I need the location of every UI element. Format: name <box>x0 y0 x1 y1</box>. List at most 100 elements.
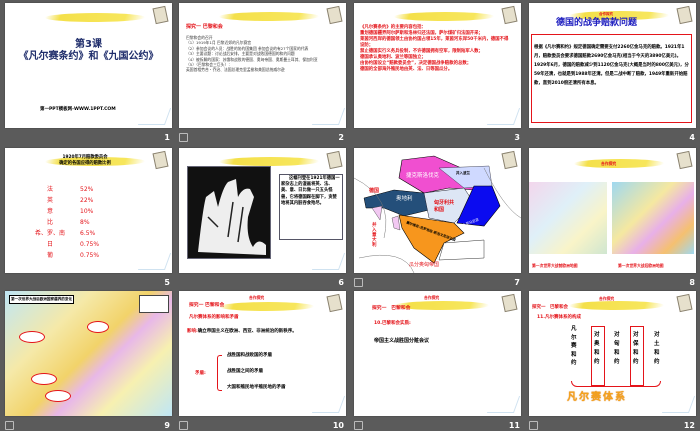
content-box: 根据《凡尔赛和约》规定德国确定需要支付2260亿金马克的赔款。1921年1月，赔… <box>531 34 692 123</box>
kicker: 合作探究 <box>599 12 613 16</box>
heading: 探究一 巴黎和会 <box>532 305 568 310</box>
bag-icon <box>152 150 169 170</box>
caption-right: 第一次世界大战后欧洲地图 <box>618 263 664 268</box>
signature-decoration <box>486 396 521 413</box>
slide-thumbnail-11[interactable]: 合作探究 探究一 巴黎和会 10.巴黎和会实质: 帝国主义战胜国分赃会议 <box>354 291 521 416</box>
bag-icon <box>326 5 343 25</box>
bag-icon <box>676 293 693 313</box>
signature-decoration <box>137 108 172 125</box>
slide-number: 12 <box>683 421 695 430</box>
reparations-table: 法 52% 英 22% 意 10% 比 8% 希、罗、南 6.5% 日 0.75% 葡 0.7… <box>20 184 99 261</box>
slide-thumbnail-10[interactable]: 合作探究 探究一 巴黎和会 凡尔赛体系的影响和矛盾 影响:确立帝国主义在欧洲、西… <box>179 291 346 416</box>
callout <box>19 331 45 343</box>
content-list: 《凡尔赛条约》的主要内容包括： 重划德国疆界阿尔萨斯和洛林归还法国，萨尔煤矿归法… <box>360 25 512 73</box>
heading: 探究一 巴黎和会 <box>186 24 223 30</box>
bag-icon <box>152 5 169 25</box>
brace <box>571 381 661 387</box>
table-row: 希、罗、南 6.5% <box>20 228 99 239</box>
slide-title: 1920年7月赔款委员会 确定的各国应得的赔款比例 <box>35 155 135 167</box>
animation-icon[interactable] <box>5 421 14 430</box>
brush-decoration <box>217 12 321 21</box>
share: 22% <box>80 197 94 204</box>
slide-number: 11 <box>508 421 520 430</box>
country: 希、罗、南 <box>34 230 65 237</box>
subheading: 凡尔赛体系的影响和矛盾 <box>189 315 239 320</box>
body-text: 帝国主义战胜国分赃会议 <box>374 338 430 344</box>
map-caption: 瓜分奥匈帝国 <box>409 262 440 268</box>
slide-thumbnail-2[interactable]: 探究一 巴黎和会 巴黎和会的召开 （1）1919年1月 巴黎近郊的凡尔赛宫 （2… <box>179 3 346 128</box>
slide-thumbnail-1[interactable]: 第3课 《凡尔赛条约》和《九国公约》 第一PPT模板网-WWW.1PPT.COM <box>5 3 172 128</box>
conflict-item: 大国和殖民地半殖民地的矛盾 <box>227 385 286 390</box>
brace <box>217 355 222 391</box>
kicker: 合作探究 <box>599 296 615 301</box>
table-row: 葡 0.75% <box>20 250 99 261</box>
system-title: 凡尔赛体系 <box>567 392 627 403</box>
bag-icon <box>676 150 693 170</box>
kicker: 合作探究 <box>601 161 617 166</box>
slide-number: 1 <box>164 133 170 142</box>
slide-thumbnail-9[interactable]: 第一次世界大战后欧洲国家疆界的变化 <box>5 291 172 416</box>
treaty-hungary: 对匈和约 <box>614 332 620 365</box>
share: 6.5% <box>80 230 96 237</box>
slide-number: 6 <box>338 278 344 287</box>
signature-decoration <box>311 253 346 270</box>
signature-decoration <box>486 108 521 125</box>
treaty-turkey: 对土和约 <box>654 332 660 365</box>
map-label-germany: 德国 <box>369 188 380 194</box>
brush-decoration <box>572 159 666 168</box>
signature-decoration <box>311 396 346 413</box>
brush-decoration <box>392 12 496 21</box>
slide-thumbnail-4[interactable]: 合作探究 德国的战争赔款问题 根据《凡尔赛和约》规定德国确定需要支付2260亿金… <box>529 3 696 128</box>
slide-title: 德国的战争赔款问题 <box>556 18 638 28</box>
table-row: 比 8% <box>20 217 99 228</box>
brush-decoration <box>217 302 316 311</box>
brush-decoration <box>217 157 321 166</box>
animation-icon[interactable] <box>179 421 188 430</box>
caption: 这幅刊登在1921年德国一家杂志上的漫画将英、法、美、意、日比做一只五头怪兽，它… <box>281 176 340 206</box>
line: 英国首相劳合・乔治、法国总理克里孟梭和美国总统威尔逊 <box>186 67 285 73</box>
map-after-ww1 <box>612 182 694 254</box>
impact-label: 影响: <box>187 329 198 334</box>
bag-icon <box>326 293 343 313</box>
bag-icon <box>676 5 693 25</box>
slide-thumbnail-8[interactable]: 合作探究 第一次世界大战前欧洲地图 第一次世界大战后欧洲地图 <box>529 148 696 273</box>
line: 德国的全部海外殖民地由英、法、日等国瓜分。 <box>360 67 453 72</box>
table-row: 意 10% <box>20 206 99 217</box>
lesson-number: 第3课 <box>75 39 102 50</box>
treaty-versailles: 凡尔赛和约 <box>571 326 577 366</box>
impact-text: 确立帝国主义在欧洲、西亚、非洲统治的新秩序。 <box>197 329 297 334</box>
conflict-item: 战胜国和战败国的矛盾 <box>227 353 272 358</box>
animation-icon[interactable] <box>354 278 363 287</box>
subheading: 10.巴黎和会实质: <box>374 321 411 326</box>
heading: 探究一 巴黎和会 <box>372 306 411 311</box>
line: 莱茵河西岸的德国领土由协约国占领15年，莱茵河东岸50千米内，德国不得设防； <box>360 37 509 48</box>
bag-icon <box>501 293 518 313</box>
bag-icon <box>326 150 343 170</box>
callout <box>87 321 109 333</box>
slide-thumbnail-12[interactable]: 合作探究 探究一 巴黎和会 11.凡尔赛体系的构成 凡尔赛和约 对奥和约 对匈和… <box>529 291 696 416</box>
country: 日 <box>46 241 53 248</box>
share: 0.75% <box>80 241 100 248</box>
share: 8% <box>80 219 90 226</box>
share: 52% <box>80 186 94 193</box>
slide-thumbnail-5[interactable]: 1920年7月赔款委员会 确定的各国应得的赔款比例 法 52% 英 22% 意 10%… <box>5 148 172 273</box>
animation-icon[interactable] <box>354 421 363 430</box>
country: 意 <box>46 208 53 215</box>
slide-number: 7 <box>514 278 520 287</box>
animation-icon[interactable] <box>179 133 188 142</box>
share: 0.75% <box>80 252 100 259</box>
slide-thumbnail-3[interactable]: 《凡尔赛条约》的主要内容包括： 重划德国疆界阿尔萨斯和洛林归还法国，萨尔煤矿归法… <box>354 3 521 128</box>
slide-number: 3 <box>514 133 520 142</box>
lesson-title: 《凡尔赛条约》和《九国公约》 <box>18 51 159 62</box>
kicker: 合作探究 <box>424 295 440 300</box>
map-legend <box>139 295 169 313</box>
content-list: 巴黎和会的召开 （1）1919年1月 巴黎近郊的凡尔赛宫 （2）参加会议的人员：… <box>186 35 336 73</box>
animation-icon[interactable] <box>529 421 538 430</box>
map-label-austria: 奥地利 <box>396 196 413 202</box>
slide-thumbnail-7[interactable]: 捷克斯洛伐克 并入波兰 德国 奥地利 匈牙利共和国 并入罗马尼亚 塞尔维亚-克罗… <box>354 148 521 273</box>
bag-icon <box>501 5 518 25</box>
slide-thumbnail-6[interactable]: 这幅刊登在1921年德国一家杂志上的漫画将英、法、美、意、日比做一只五头怪兽，它… <box>179 148 346 273</box>
signature-decoration <box>311 108 346 125</box>
slide-number: 9 <box>164 421 170 430</box>
cartoon-image <box>187 166 271 259</box>
